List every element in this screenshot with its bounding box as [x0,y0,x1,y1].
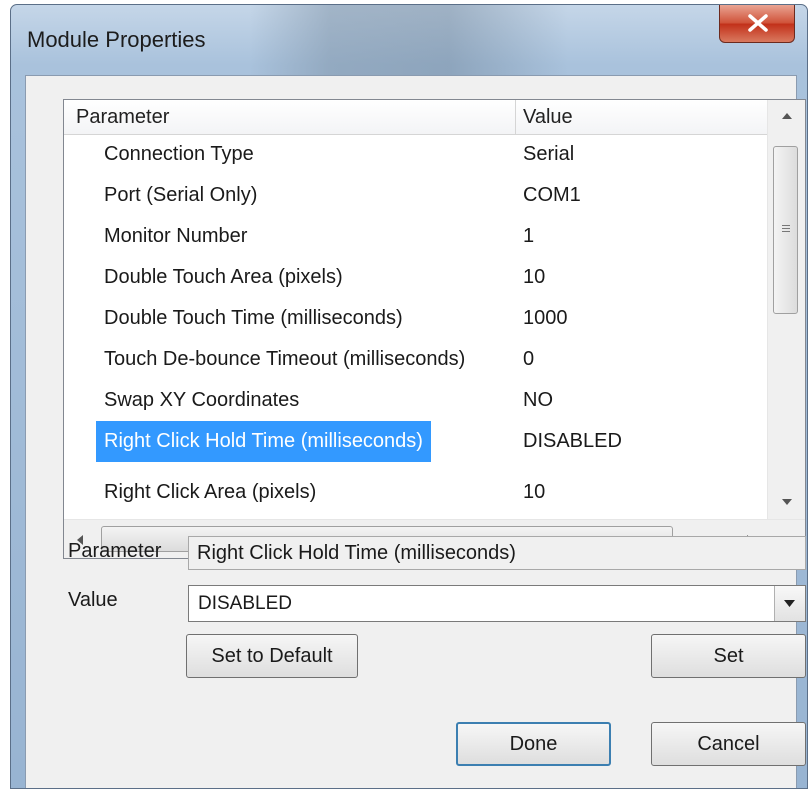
list-rows: Connection Type Serial Port (Serial Only… [64,134,769,520]
row-value: DISABLED [523,430,622,452]
arrow-down-icon [782,499,792,505]
list-row[interactable]: Touch De-bounce Timeout (milliseconds) 0 [64,339,769,380]
title-bar[interactable]: Module Properties [11,5,807,75]
column-header-value[interactable]: Value [523,100,573,134]
close-icon [748,14,768,32]
grip-line [782,228,790,229]
value-label: Value [68,589,118,611]
list-row-selected[interactable]: Right Click Hold Time (milliseconds) DIS… [64,421,769,462]
row-parameter: Double Touch Time (milliseconds) [104,307,403,329]
done-button[interactable]: Done [456,722,611,766]
row-value: 1000 [523,307,568,329]
grip-line [782,231,790,232]
row-parameter: Touch De-bounce Timeout (milliseconds) [104,348,466,370]
scroll-up-button[interactable] [768,100,805,134]
list-row[interactable]: Port (Serial Only) COM1 [64,175,769,216]
parameter-name-field: Right Click Hold Time (milliseconds) [188,536,806,570]
row-parameter: Right Click Area (pixels) [104,481,317,503]
row-parameter: Swap XY Coordinates [104,389,300,411]
row-parameter: Right Click Hold Time (milliseconds) [96,421,431,462]
row-value: COM1 [523,184,581,206]
row-value: NO [523,389,553,411]
column-divider[interactable] [515,100,516,134]
list-row[interactable]: Double Touch Time (milliseconds) 1000 [64,298,769,339]
row-parameter: Monitor Number [104,225,248,247]
row-parameter: Port (Serial Only) [104,184,258,206]
list-row[interactable]: Connection Type Serial [64,134,769,175]
chevron-down-icon [784,600,795,607]
list-row[interactable]: Right Click Area (pixels) 10 [64,462,769,503]
list-row[interactable]: Swap XY Coordinates NO [64,380,769,421]
row-value: 10 [523,481,546,503]
vertical-scroll-thumb[interactable] [773,146,798,314]
parameter-label: Parameter [68,540,162,562]
list-row[interactable]: Double Touch Area (pixels) 10 [64,257,769,298]
dialog-body: Parameter Value Connection Type Serial P… [25,75,806,788]
cancel-button[interactable]: Cancel [651,722,806,766]
scroll-down-button[interactable] [768,486,805,520]
window-title: Module Properties [27,27,206,52]
row-value: Serial [523,143,575,165]
dropdown-button[interactable] [774,586,805,621]
set-button[interactable]: Set [651,634,806,678]
list-header: Parameter Value [64,100,769,135]
list-row[interactable]: Monitor Number 1 [64,216,769,257]
row-value: 10 [523,266,546,288]
set-to-default-button[interactable]: Set to Default [186,634,358,678]
close-button[interactable] [719,5,795,43]
column-header-parameter[interactable]: Parameter [76,100,169,134]
value-dropdown[interactable]: DISABLED [188,585,806,622]
value-dropdown-selected: DISABLED [198,593,292,614]
grip-line [782,225,790,226]
vertical-scrollbar[interactable] [767,100,805,520]
row-parameter: Connection Type [104,143,254,165]
module-properties-window: Module Properties Parameter Value Connec… [10,4,808,789]
row-value: 0 [523,348,535,370]
row-parameter: Double Touch Area (pixels) [104,266,343,288]
arrow-up-icon [782,113,792,119]
parameter-list[interactable]: Parameter Value Connection Type Serial P… [63,99,806,559]
row-value: 1 [523,225,535,247]
